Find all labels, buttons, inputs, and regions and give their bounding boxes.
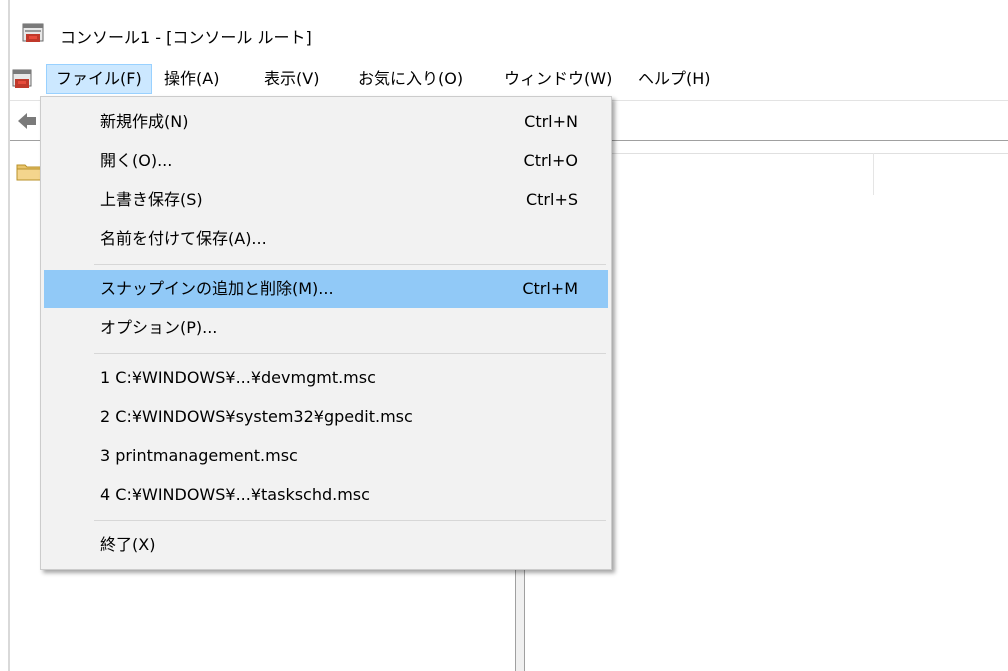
title-bar: コンソール1 - [コンソール ルート] [10, 0, 1008, 58]
system-menu-icon[interactable] [12, 68, 32, 90]
menu-item-label: 1 C:¥WINDOWS¥...¥devmgmt.msc [100, 368, 376, 387]
menu-item-shortcut: Ctrl+N [524, 112, 578, 131]
menu-item-recent-3[interactable]: 3 printmanagement.msc [44, 437, 608, 475]
menu-item-recent-1[interactable]: 1 C:¥WINDOWS¥...¥devmgmt.msc [44, 359, 608, 397]
menu-item-label: 開く(O)... [100, 151, 173, 170]
menu-item-shortcut: Ctrl+S [525, 190, 578, 209]
menu-separator [94, 353, 606, 354]
menu-item-options[interactable]: オプション(P)... [44, 309, 608, 347]
menu-item-exit[interactable]: 終了(X) [44, 526, 608, 564]
menu-item-label: スナップインの追加と削除(M)... [100, 279, 334, 298]
menu-item-label: 2 C:¥WINDOWS¥system32¥gpedit.msc [100, 407, 413, 426]
menu-item-label: 3 printmanagement.msc [100, 446, 298, 465]
window-title: コンソール1 - [コンソール ルート] [60, 28, 312, 47]
menu-item-save-as[interactable]: 名前を付けて保存(A)... [44, 220, 608, 258]
menu-bar: ファイル(F) 操作(A) 表示(V) お気に入り(O) ウィンドウ(W) ヘル… [10, 62, 1008, 96]
back-arrow-icon[interactable] [16, 111, 38, 131]
column-separator[interactable] [873, 153, 874, 195]
menu-item-label: 名前を付けて保存(A)... [100, 229, 267, 248]
menu-item-label: 上書き保存(S) [100, 190, 203, 209]
menu-item-save[interactable]: 上書き保存(S) Ctrl+S [44, 181, 608, 219]
menu-view[interactable]: 表示(V) [255, 64, 328, 94]
folder-icon[interactable] [16, 161, 42, 181]
menu-file[interactable]: ファイル(F) [46, 64, 152, 94]
menu-separator [94, 520, 606, 521]
menu-item-new[interactable]: 新規作成(N) Ctrl+N [44, 103, 608, 141]
menu-item-open[interactable]: 開く(O)... Ctrl+O [44, 142, 608, 180]
menu-item-shortcut: Ctrl+O [523, 151, 578, 170]
menu-separator [94, 264, 606, 265]
menu-favorites[interactable]: お気に入り(O) [349, 64, 472, 94]
menu-item-label: 4 C:¥WINDOWS¥...¥taskschd.msc [100, 485, 370, 504]
menu-help[interactable]: ヘルプ(H) [629, 64, 720, 94]
mmc-console-icon [22, 23, 44, 42]
menu-item-label: オプション(P)... [100, 318, 218, 337]
file-menu-dropdown: 新規作成(N) Ctrl+N 開く(O)... Ctrl+O 上書き保存(S) … [40, 96, 612, 570]
menu-item-recent-2[interactable]: 2 C:¥WINDOWS¥system32¥gpedit.msc [44, 398, 608, 436]
menu-action[interactable]: 操作(A) [155, 64, 228, 94]
menu-item-recent-4[interactable]: 4 C:¥WINDOWS¥...¥taskschd.msc [44, 476, 608, 514]
menu-window[interactable]: ウィンドウ(W) [495, 64, 621, 94]
menu-item-label: 新規作成(N) [100, 112, 189, 131]
menu-item-add-remove-snapin[interactable]: スナップインの追加と削除(M)... Ctrl+M [44, 270, 608, 308]
menu-item-label: 終了(X) [100, 535, 156, 554]
mmc-console-window: コンソール1 - [コンソール ルート] ファイル(F) 操作(A) 表示(V)… [0, 0, 1008, 671]
menu-item-shortcut: Ctrl+M [522, 279, 578, 298]
